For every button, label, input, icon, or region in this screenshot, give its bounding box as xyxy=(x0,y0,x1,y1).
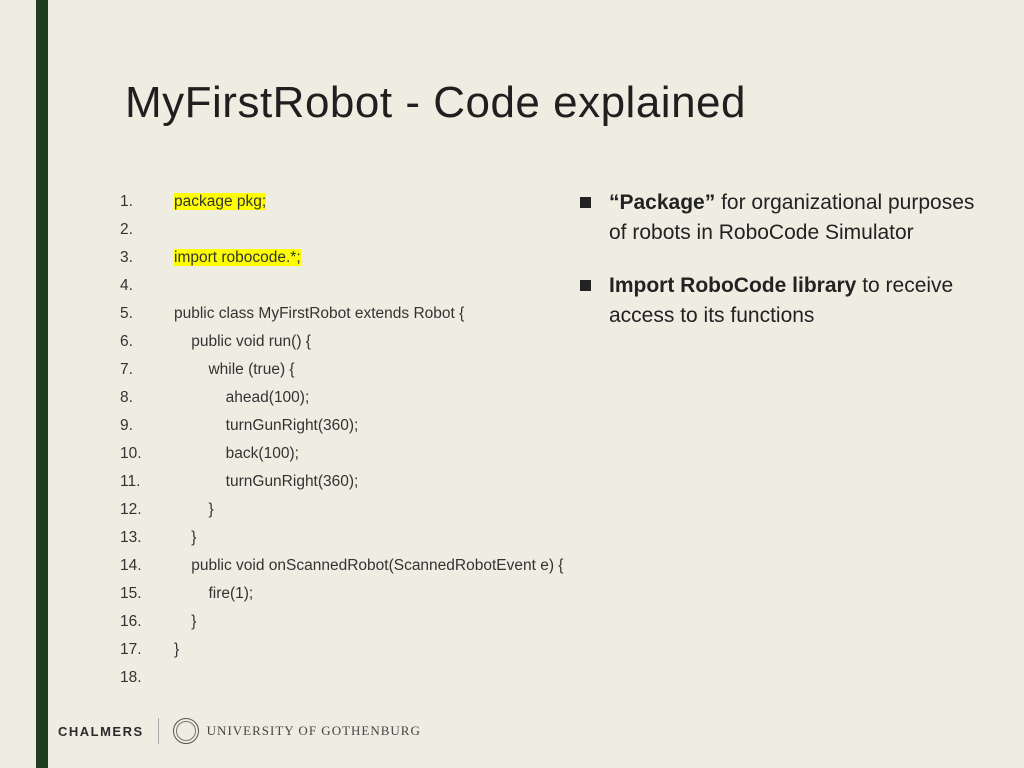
chalmers-logo: CHALMERS xyxy=(58,724,144,739)
code-line: 7. while (true) { xyxy=(120,356,540,384)
code-text: } xyxy=(174,636,179,664)
line-number: 15. xyxy=(120,580,174,608)
bullet-text: “Package” for organizational purposes of… xyxy=(609,188,980,249)
line-number: 1. xyxy=(120,188,174,216)
gothenburg-text: UNIVERSITY OF GOTHENBURG xyxy=(207,723,421,739)
code-column: 1.package pkg;2.3.import robocode.*;4.5.… xyxy=(120,188,540,692)
bullet-text: Import RoboCode library to receive acces… xyxy=(609,271,980,332)
highlighted-code: import robocode.*; xyxy=(174,249,301,266)
code-line: 6. public void run() { xyxy=(120,328,540,356)
code-text: public void run() { xyxy=(174,328,311,356)
line-number: 2. xyxy=(120,216,174,244)
code-text: } xyxy=(174,524,196,552)
code-line: 12. } xyxy=(120,496,540,524)
bullet-square-icon xyxy=(580,197,591,208)
line-number: 10. xyxy=(120,440,174,468)
code-line: 13. } xyxy=(120,524,540,552)
bullet-item: “Package” for organizational purposes of… xyxy=(580,188,980,249)
code-line: 1.package pkg; xyxy=(120,188,540,216)
line-number: 9. xyxy=(120,412,174,440)
code-line: 8. ahead(100); xyxy=(120,384,540,412)
code-text: public void onScannedRobot(ScannedRobotE… xyxy=(174,552,563,580)
line-number: 3. xyxy=(120,244,174,272)
slide-title: MyFirstRobot - Code explained xyxy=(125,78,746,128)
footer: CHALMERS UNIVERSITY OF GOTHENBURG xyxy=(58,718,421,744)
code-line: 18. xyxy=(120,664,540,692)
code-text: turnGunRight(360); xyxy=(174,468,358,496)
code-line: 5.public class MyFirstRobot extends Robo… xyxy=(120,300,540,328)
bullet-square-icon xyxy=(580,280,591,291)
code-text: import robocode.*; xyxy=(174,244,301,272)
line-number: 8. xyxy=(120,384,174,412)
code-text: } xyxy=(174,608,196,636)
code-text: } xyxy=(174,496,214,524)
gothenburg-seal-icon xyxy=(173,718,199,744)
bullet-strong: “Package” xyxy=(609,191,715,214)
code-text: while (true) { xyxy=(174,356,295,384)
line-number: 14. xyxy=(120,552,174,580)
line-number: 4. xyxy=(120,272,174,300)
code-text: back(100); xyxy=(174,440,299,468)
accent-bar xyxy=(36,0,48,768)
code-line: 9. turnGunRight(360); xyxy=(120,412,540,440)
code-line: 3.import robocode.*; xyxy=(120,244,540,272)
code-text: package pkg; xyxy=(174,188,266,216)
line-number: 6. xyxy=(120,328,174,356)
line-number: 13. xyxy=(120,524,174,552)
line-number: 16. xyxy=(120,608,174,636)
code-line: 2. xyxy=(120,216,540,244)
line-number: 5. xyxy=(120,300,174,328)
code-text: public class MyFirstRobot extends Robot … xyxy=(174,300,464,328)
bullet-strong: Import RoboCode library xyxy=(609,274,856,297)
code-text: ahead(100); xyxy=(174,384,309,412)
line-number: 12. xyxy=(120,496,174,524)
bullet-item: Import RoboCode library to receive acces… xyxy=(580,271,980,332)
slide: MyFirstRobot - Code explained 1.package … xyxy=(0,0,1024,768)
bullets-column: “Package” for organizational purposes of… xyxy=(580,188,980,692)
line-number: 7. xyxy=(120,356,174,384)
code-line: 14. public void onScannedRobot(ScannedRo… xyxy=(120,552,540,580)
line-number: 18. xyxy=(120,664,174,692)
code-line: 16. } xyxy=(120,608,540,636)
highlighted-code: package pkg; xyxy=(174,193,266,210)
gothenburg-logo: UNIVERSITY OF GOTHENBURG xyxy=(173,718,421,744)
code-text: fire(1); xyxy=(174,580,253,608)
code-text: turnGunRight(360); xyxy=(174,412,358,440)
code-line: 17.} xyxy=(120,636,540,664)
code-line: 10. back(100); xyxy=(120,440,540,468)
line-number: 11. xyxy=(120,468,174,496)
content-area: 1.package pkg;2.3.import robocode.*;4.5.… xyxy=(120,188,980,692)
code-line: 11. turnGunRight(360); xyxy=(120,468,540,496)
line-number: 17. xyxy=(120,636,174,664)
code-line: 4. xyxy=(120,272,540,300)
footer-divider xyxy=(158,718,159,744)
code-line: 15. fire(1); xyxy=(120,580,540,608)
